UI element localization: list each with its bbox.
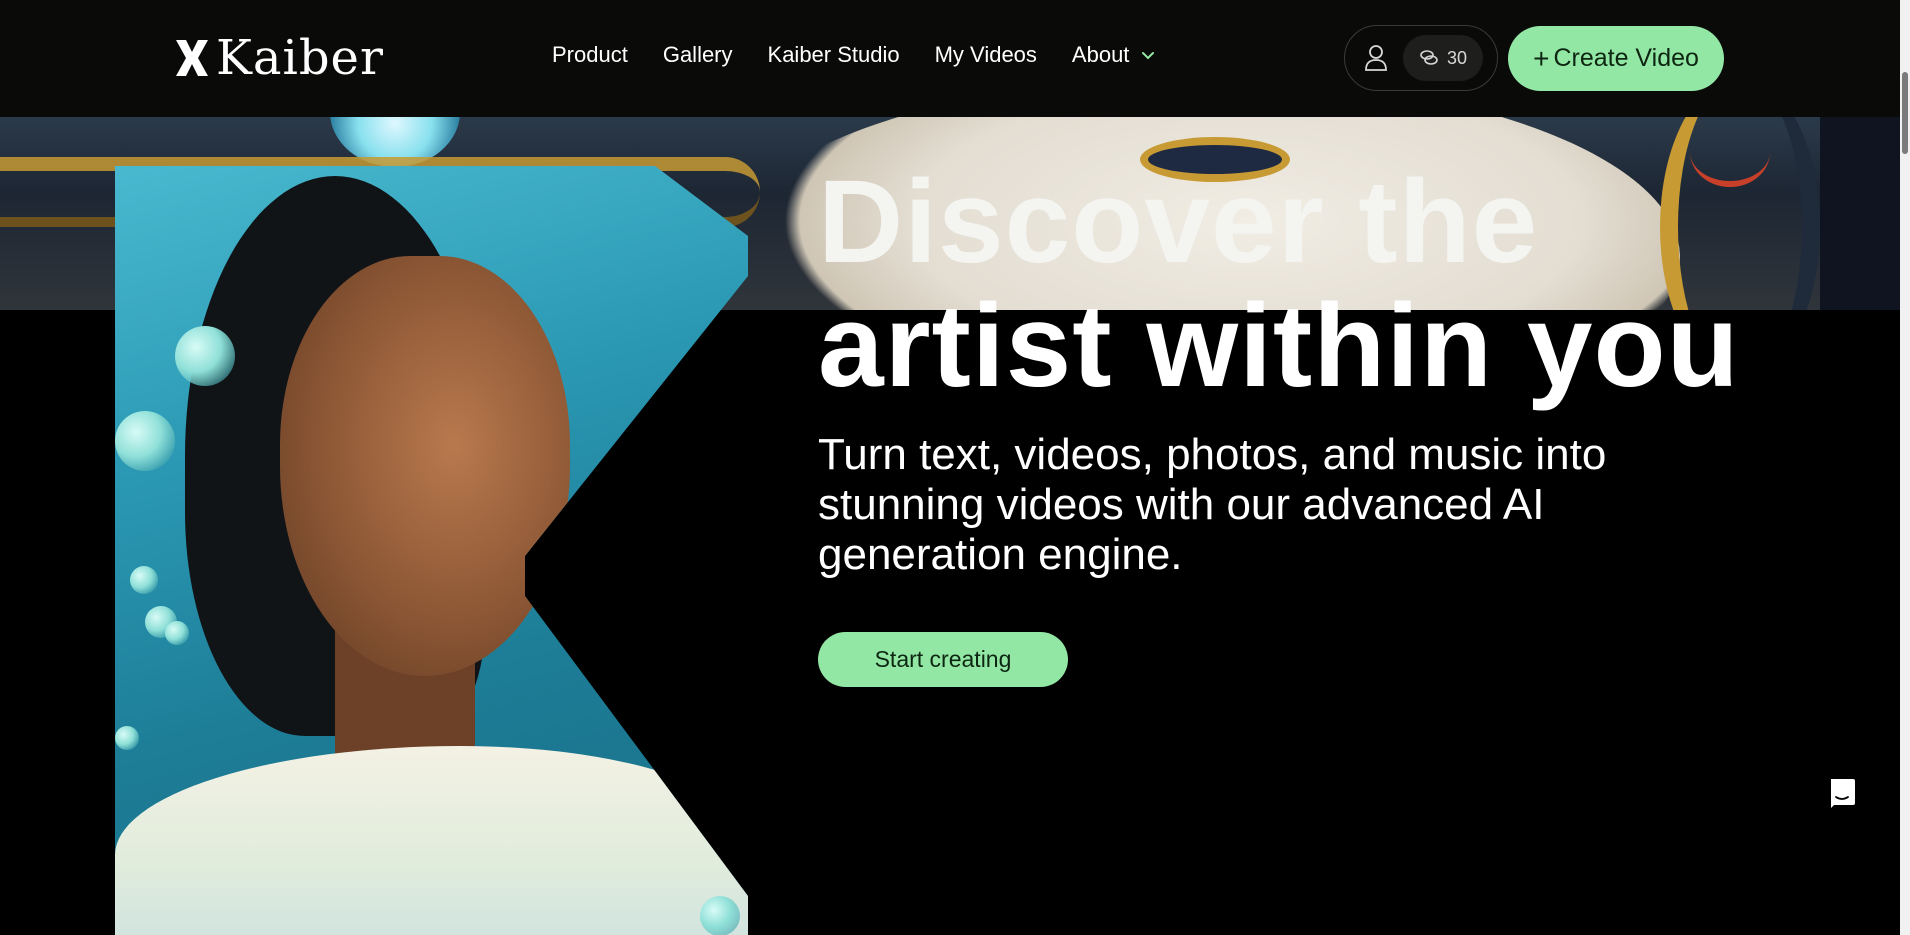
credits-badge[interactable]: 30 <box>1403 35 1483 81</box>
create-video-label: Create Video <box>1553 44 1699 72</box>
nav-item-product[interactable]: Product <box>552 42 628 68</box>
main-nav: Product Gallery Kaiber Studio My Videos … <box>552 42 1192 68</box>
nav-item-kaiber-studio[interactable]: Kaiber Studio <box>768 42 900 68</box>
bubble <box>165 621 189 645</box>
nav-item-about-label: About <box>1071 42 1130 67</box>
nav-item-gallery[interactable]: Gallery <box>663 42 733 68</box>
scrollbar-thumb[interactable] <box>1902 72 1908 154</box>
portrait-face <box>280 256 570 676</box>
bubble <box>115 726 139 750</box>
chevron-down-icon <box>1142 52 1155 60</box>
credits-count: 30 <box>1446 47 1468 68</box>
hero-title-line1: Discover the <box>818 156 1539 288</box>
site-header: Kaiber Product Gallery Kaiber Studio My … <box>0 0 1900 117</box>
coins-icon <box>1420 50 1438 65</box>
bubble <box>115 411 175 471</box>
start-creating-button[interactable]: Start creating <box>818 632 1068 687</box>
artwork-dark-edge <box>1820 117 1900 310</box>
hero-portrait-image <box>115 166 748 935</box>
kaiber-logo-icon <box>176 40 208 76</box>
nav-item-about[interactable]: About <box>1072 42 1158 68</box>
plus-icon: + <box>1533 42 1550 74</box>
bubble <box>175 326 235 386</box>
chat-icon[interactable] <box>1828 777 1856 809</box>
bubble <box>130 566 158 594</box>
account-pill[interactable]: 30 <box>1344 25 1498 91</box>
create-video-button[interactable]: + Create Video <box>1508 26 1724 91</box>
hero-title: Discover the artist within you <box>818 160 1818 408</box>
page-scrollbar[interactable] <box>1900 0 1910 935</box>
brand-name: Kaiber <box>216 30 384 86</box>
hero-subtitle: Turn text, videos, photos, and music int… <box>818 430 1607 579</box>
hero-title-line2: artist within you <box>818 280 1740 412</box>
user-icon[interactable] <box>1363 44 1389 72</box>
bubble <box>700 896 740 935</box>
nav-item-my-videos[interactable]: My Videos <box>935 42 1037 68</box>
portrait-shirt <box>115 746 748 935</box>
kaiber-logo[interactable]: Kaiber <box>172 34 384 82</box>
